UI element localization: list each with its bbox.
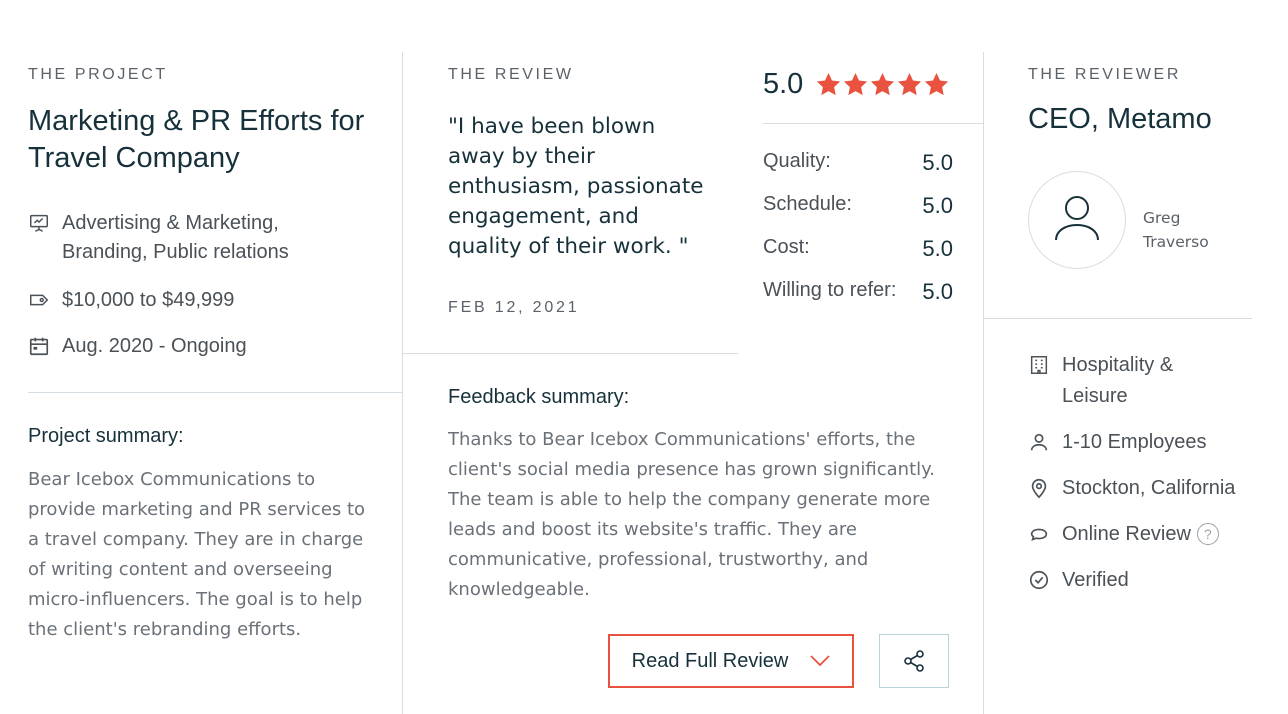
help-icon[interactable]: ? [1196, 523, 1219, 545]
rating-divider [763, 123, 983, 124]
score-value: 5.0 [922, 150, 953, 175]
verified-text: Verified [1062, 569, 1129, 591]
reviewer-industry: Hospitality & Leisure [1028, 350, 1228, 412]
reviewer-company-size: 1-10 Employees [1028, 427, 1207, 458]
project-services: Advertising & Marketing, Branding, Publi… [28, 209, 328, 267]
feedback-summary-label: Feedback summary: [448, 386, 630, 408]
calendar-icon [29, 337, 49, 356]
project-divider [28, 392, 402, 393]
reviewer-review-type: Online Review ? [1028, 519, 1219, 550]
score-label: Quality: [763, 150, 831, 172]
location-pin-icon [1031, 478, 1047, 499]
reviewer-location: Stockton, California [1028, 473, 1235, 504]
services-text: Advertising & Marketing, Branding, Publi… [62, 212, 289, 263]
score-schedule: Schedule: 5.0 [763, 193, 953, 219]
score-willing-to-refer: Willing to refer: 5.0 [763, 279, 953, 305]
score-value: 5.0 [922, 236, 953, 261]
timeline-text: Aug. 2020 - Ongoing [62, 335, 247, 357]
reviewer-name: Greg Traverso [1143, 209, 1209, 251]
read-full-review-button[interactable]: Read Full Review [608, 634, 854, 688]
review-type-text: Online Review [1062, 523, 1191, 545]
overall-rating: 5.0 [763, 68, 950, 101]
project-budget: $10,000 to $49,999 [28, 286, 234, 315]
person-icon [1030, 433, 1048, 451]
star-icon [871, 73, 895, 96]
reviewer-verified: Verified [1028, 565, 1129, 596]
column-divider-right [983, 52, 984, 714]
column-divider-left [402, 52, 403, 714]
score-cost: Cost: 5.0 [763, 236, 953, 262]
score-label: Schedule: [763, 193, 852, 215]
star-icon [925, 73, 949, 96]
price-tag-icon [30, 294, 49, 306]
reviewer-title: CEO, Metamo [1028, 103, 1212, 135]
presentation-icon [30, 214, 48, 232]
project-eyebrow: THE PROJECT [28, 66, 168, 83]
read-full-review-label: Read Full Review [631, 649, 789, 672]
share-icon [904, 650, 924, 672]
reviewer-eyebrow: THE REVIEWER [1028, 66, 1181, 83]
review-date: FEB 12, 2021 [448, 299, 580, 316]
review-eyebrow: THE REVIEW [448, 66, 574, 83]
building-icon [1030, 356, 1048, 374]
project-timeline: Aug. 2020 - Ongoing [28, 332, 247, 361]
avatar [1028, 171, 1126, 269]
project-title: Marketing & PR Efforts for Travel Compan… [28, 105, 365, 174]
score-label: Cost: [763, 236, 810, 258]
location-text: Stockton, California [1062, 477, 1236, 499]
star-icon [817, 73, 841, 96]
score-value: 5.0 [922, 193, 953, 218]
budget-text: $10,000 to $49,999 [62, 289, 235, 311]
chevron-down-icon [810, 655, 830, 667]
share-button[interactable] [879, 634, 949, 688]
overall-rating-value: 5.0 [763, 68, 804, 100]
review-quote: "I have been blown away by their enthusi… [448, 114, 704, 259]
star-icon [898, 73, 922, 96]
project-summary-text: Bear Icebox Communications to provide ma… [28, 469, 366, 640]
check-circle-icon [1029, 570, 1049, 590]
user-avatar-icon [1055, 196, 1099, 241]
review-divider [403, 353, 738, 354]
star-icon [844, 73, 868, 96]
feedback-summary-text: Thanks to Bear Icebox Communications' ef… [448, 429, 935, 600]
company-size-text: 1-10 Employees [1062, 431, 1207, 453]
star-rating [815, 71, 950, 98]
reviewer-divider [984, 318, 1252, 319]
industry-text: Hospitality & Leisure [1062, 354, 1174, 407]
score-label: Willing to refer: [763, 279, 897, 301]
score-quality: Quality: 5.0 [763, 150, 953, 176]
score-value: 5.0 [922, 279, 953, 304]
project-summary-label: Project summary: [28, 425, 184, 447]
chat-bubble-icon [1030, 528, 1048, 541]
